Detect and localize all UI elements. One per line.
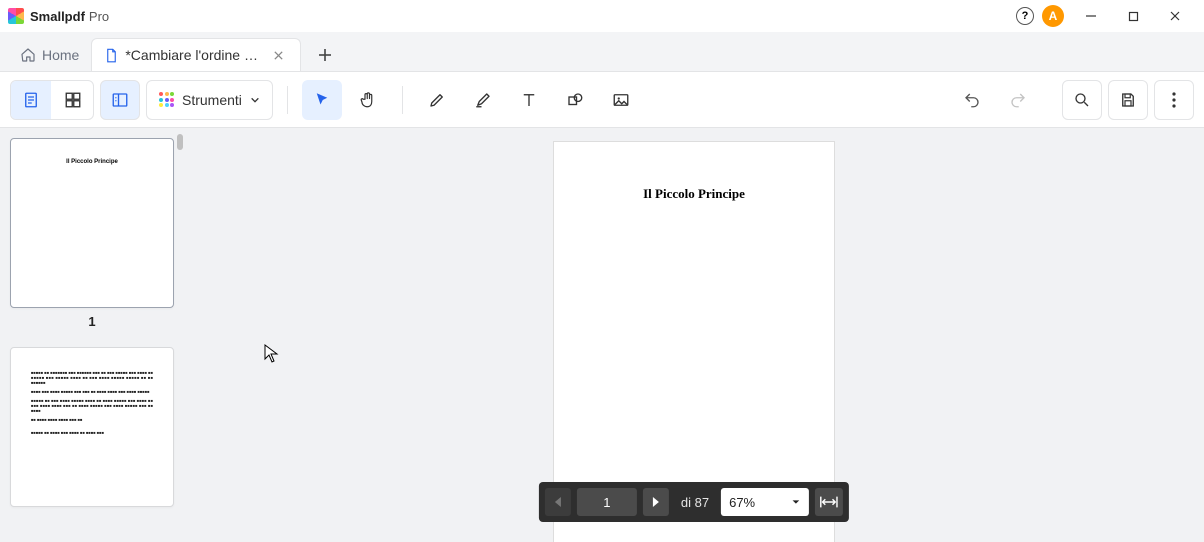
grid-view-button[interactable]	[53, 81, 93, 119]
window-minimize-button[interactable]	[1070, 2, 1112, 30]
image-tool-button[interactable]	[601, 80, 641, 120]
tab-bar: Home *Cambiare l'ordine de…	[0, 32, 1204, 72]
thumbnail-text-preview: ■■ ■■■■ ■■■■ ■■■■ ■■■ ■■	[31, 417, 153, 422]
pencil-tool-button[interactable]	[417, 80, 457, 120]
view-mode-group	[10, 80, 94, 120]
next-page-button[interactable]	[643, 488, 669, 516]
single-page-view-button[interactable]	[11, 81, 51, 119]
help-button[interactable]: ?	[1016, 7, 1034, 25]
document-tab-label: *Cambiare l'ordine de…	[125, 47, 263, 63]
scrollbar-thumb[interactable]	[177, 134, 183, 150]
select-tool-button[interactable]	[302, 80, 342, 120]
thumbnail-page-1[interactable]: Il Piccolo Principe	[10, 138, 174, 308]
window-maximize-button[interactable]	[1112, 2, 1154, 30]
thumbnail-title: Il Piccolo Principe	[25, 159, 159, 165]
zoom-value: 67%	[729, 495, 755, 510]
zoom-dropdown[interactable]: 67%	[721, 488, 809, 516]
home-tab[interactable]: Home	[8, 39, 91, 71]
toolbar: Strumenti	[0, 72, 1204, 128]
page-viewer[interactable]: Il Piccolo Principe 6 di 87 67%	[184, 128, 1204, 542]
prev-page-button[interactable]	[545, 488, 571, 516]
current-page-input[interactable]	[577, 488, 637, 516]
thumbnail-page-2[interactable]: ■■■■■ ■■ ■■■■■■■ ■■■ ■■■■■■ ■■■ ■■ ■■■ ■…	[10, 347, 174, 507]
separator	[402, 86, 403, 114]
separator	[287, 86, 288, 114]
redo-button[interactable]	[998, 80, 1038, 120]
new-tab-button[interactable]	[309, 39, 341, 71]
apps-icon	[159, 92, 174, 107]
thumbnail-text-preview: ■■■■■ ■■ ■■■■ ■■■ ■■■■ ■■ ■■■■ ■■■	[31, 430, 153, 435]
hand-tool-button[interactable]	[348, 80, 388, 120]
page-navigation-bar: di 87 67%	[539, 482, 849, 522]
tools-label: Strumenti	[182, 92, 242, 108]
chevron-down-icon	[791, 497, 801, 507]
file-icon	[104, 48, 119, 63]
home-tab-label: Home	[42, 47, 79, 63]
total-pages-label: di 87	[675, 495, 715, 510]
chevron-down-icon	[250, 95, 260, 105]
thumbnail-text-preview: ■■■■■ ■■ ■■■■■■■ ■■■ ■■■■■■ ■■■ ■■ ■■■ ■…	[31, 370, 153, 385]
title-bar: SmallpdfPro ? A	[0, 0, 1204, 32]
sidebar-toggle-button[interactable]	[100, 80, 140, 120]
thumbnails-panel[interactable]: Il Piccolo Principe 1 ■■■■■ ■■ ■■■■■■■ ■…	[0, 128, 184, 542]
highlighter-tool-button[interactable]	[463, 80, 503, 120]
app-name: SmallpdfPro	[30, 9, 109, 24]
cursor-icon	[264, 344, 280, 364]
app-logo	[8, 8, 24, 24]
main-area: Il Piccolo Principe 1 ■■■■■ ■■ ■■■■■■■ ■…	[0, 128, 1204, 542]
thumbnail-text-preview: ■■■■ ■■■ ■■■■ ■■■■■ ■■■ ■■■ ■■ ■■■■ ■■■■…	[31, 389, 153, 394]
more-menu-button[interactable]	[1154, 80, 1194, 120]
undo-button[interactable]	[952, 80, 992, 120]
home-icon	[20, 47, 36, 63]
save-button[interactable]	[1108, 80, 1148, 120]
shape-tool-button[interactable]	[555, 80, 595, 120]
thumbnail-text-preview: ■■■■■ ■■ ■■■ ■■■■ ■■■■■ ■■■■ ■■ ■■■■ ■■■…	[31, 398, 153, 413]
thumbnail-number: 1	[10, 314, 174, 329]
tools-dropdown[interactable]: Strumenti	[146, 80, 273, 120]
search-button[interactable]	[1062, 80, 1102, 120]
window-close-button[interactable]	[1154, 2, 1196, 30]
tab-close-button[interactable]	[269, 50, 288, 61]
fit-width-button[interactable]	[815, 488, 843, 516]
user-avatar[interactable]: A	[1042, 5, 1064, 27]
document-tab[interactable]: *Cambiare l'ordine de…	[91, 38, 301, 71]
text-tool-button[interactable]	[509, 80, 549, 120]
page-title: Il Piccolo Principe	[554, 186, 834, 202]
